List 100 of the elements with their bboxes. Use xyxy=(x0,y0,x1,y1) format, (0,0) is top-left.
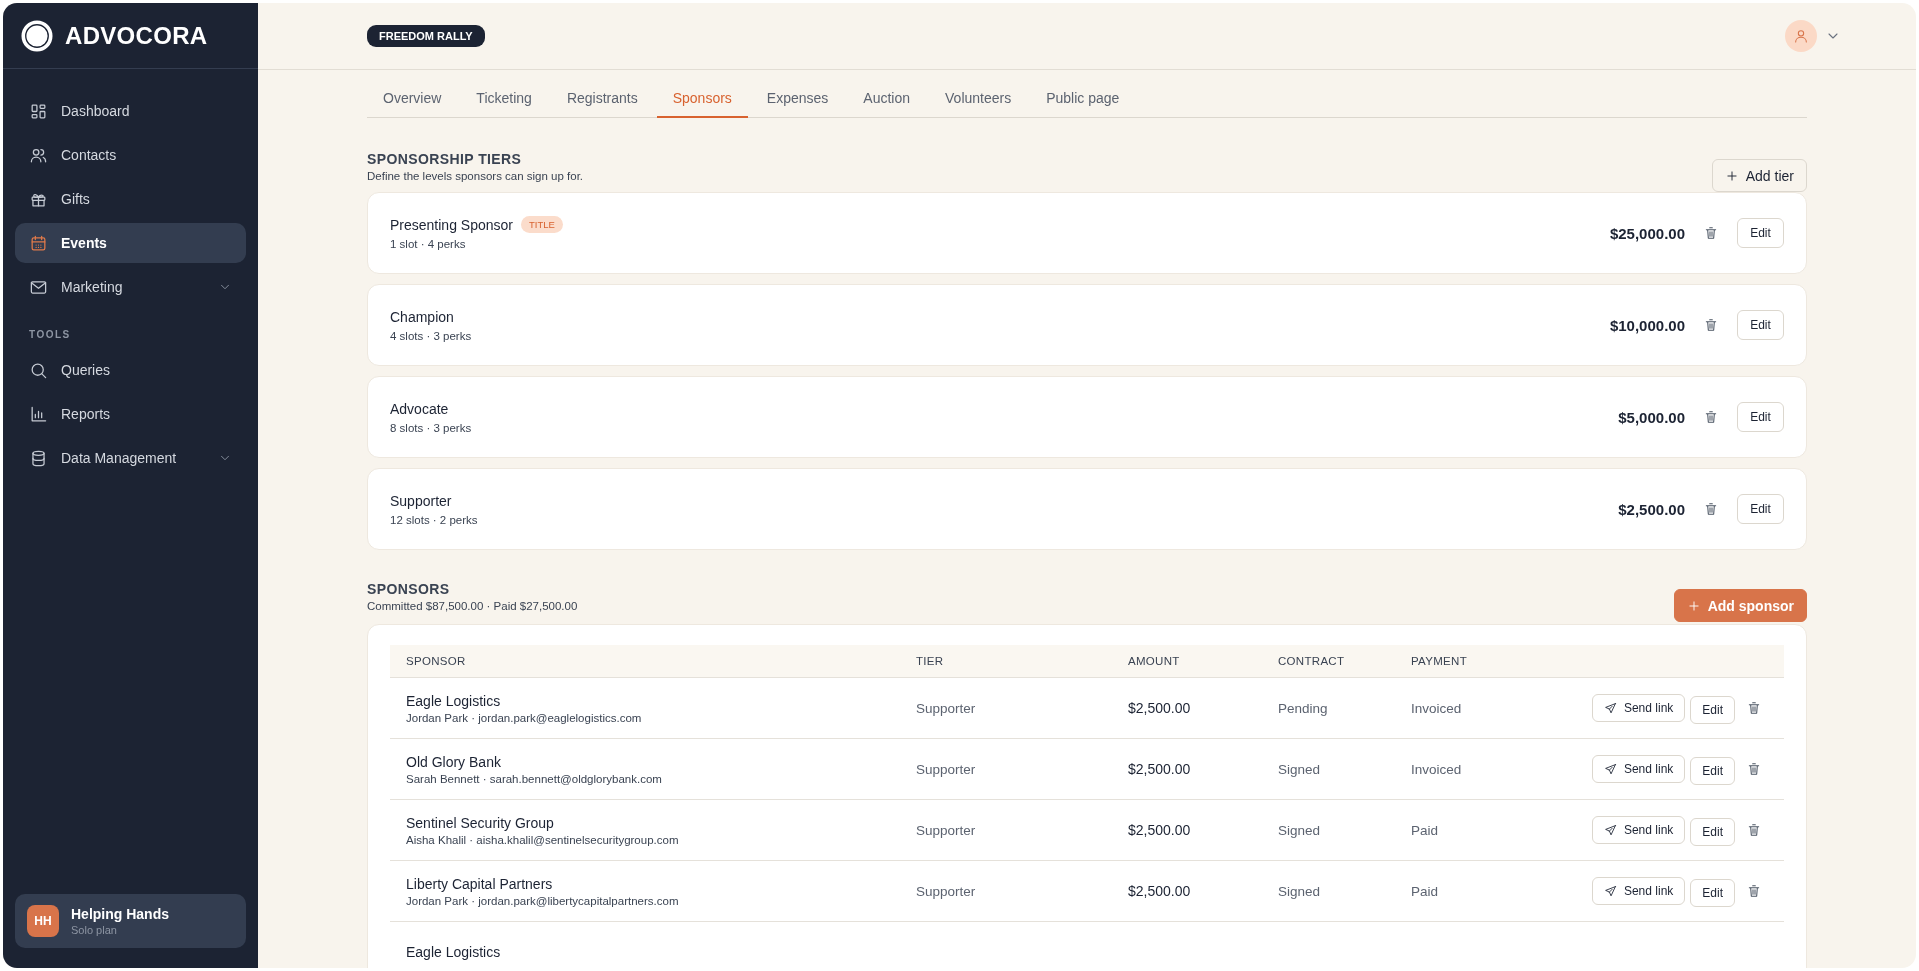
plus-icon xyxy=(1724,168,1739,183)
section-subtitle: Committed $87,500.00 · Paid $27,500.00 xyxy=(367,600,578,612)
sponsor-name: Sentinel Security Group xyxy=(406,814,555,831)
table-cell-text: Supporter xyxy=(916,822,977,838)
section-label: TOOLS xyxy=(28,328,72,342)
delete-button[interactable] xyxy=(1703,225,1719,241)
tier-name: Champion xyxy=(390,308,454,325)
trash-icon xyxy=(1703,409,1719,425)
column-header: AMOUNT xyxy=(1128,655,1181,667)
delete-button[interactable] xyxy=(1703,317,1719,333)
delete-button[interactable] xyxy=(1746,883,1762,899)
organization-card[interactable]: HH Helping Hands Solo plan xyxy=(15,894,246,948)
paper-plane-icon xyxy=(1603,701,1617,715)
tier-name: Advocate xyxy=(390,400,449,417)
nav-item[interactable]: Data Management xyxy=(15,438,246,478)
tab[interactable]: Expenses xyxy=(750,90,845,118)
tier-amount: $10,000.00 xyxy=(1609,316,1685,334)
paper-plane-icon xyxy=(1603,823,1617,837)
sponsor-name: Old Glory Bank xyxy=(406,753,502,770)
column-header: PAYMENT xyxy=(1411,655,1468,667)
trash-icon xyxy=(1746,883,1762,899)
tier-badge: TITLE xyxy=(520,216,563,233)
table-cell-text: $2,500.00 xyxy=(1128,761,1192,777)
trash-icon xyxy=(1703,501,1719,517)
delete-button[interactable] xyxy=(1703,409,1719,425)
table-cell-text: Paid xyxy=(1411,883,1440,899)
sponsor-name: Eagle Logistics xyxy=(406,944,502,960)
tab[interactable]: Public page xyxy=(1030,90,1136,118)
nav-item[interactable]: Reports xyxy=(15,394,246,434)
user-icon xyxy=(1793,28,1809,44)
plus-icon xyxy=(1686,598,1701,613)
event-badge: FREEDOM RALLY xyxy=(367,25,485,47)
section-subtitle: Define the levels sponsors can sign up for. xyxy=(367,170,584,182)
tab[interactable]: Auction xyxy=(847,90,927,118)
paper-plane-icon xyxy=(1603,762,1617,776)
trash-icon xyxy=(1703,225,1719,241)
delete-button[interactable] xyxy=(1703,501,1719,517)
tier-name: Supporter xyxy=(390,492,452,509)
edit-button[interactable]: Edit xyxy=(1690,756,1735,785)
edit-button[interactable]: Edit xyxy=(1737,218,1784,248)
trash-icon xyxy=(1746,822,1762,838)
table-cell-text: Invoiced xyxy=(1411,761,1463,777)
tab[interactable]: Overview xyxy=(367,90,458,118)
table-cell-text: Paid xyxy=(1411,822,1440,838)
nav-item[interactable]: Queries xyxy=(15,350,246,390)
send-link-button[interactable]: Send link xyxy=(1591,694,1686,722)
tier-amount: $5,000.00 xyxy=(1618,408,1685,426)
trash-icon xyxy=(1746,761,1762,777)
nav-item[interactable]: Events xyxy=(15,223,246,263)
sponsor-contact: Sarah Bennett · sarah.bennett@oldglorybank.com xyxy=(406,772,663,785)
table-cell-text: Signed xyxy=(1278,761,1322,777)
edit-button[interactable]: Edit xyxy=(1690,878,1735,907)
calendar-icon xyxy=(29,233,48,253)
add-tier-button[interactable]: Add tier xyxy=(1711,159,1807,192)
sponsor-contact: Jordan Park · jordan.park@eaglelogistics.com xyxy=(406,711,643,724)
tab[interactable]: Ticketing xyxy=(460,90,548,118)
edit-button[interactable]: Edit xyxy=(1737,310,1784,340)
sponsor-contact: Aisha Khalil · aisha.khalil@sentinelsecuritygroup.com xyxy=(406,833,680,846)
send-link-button[interactable]: Send link xyxy=(1591,877,1686,905)
sponsor-name: Eagle Logistics xyxy=(406,692,502,709)
tab[interactable]: Registrants xyxy=(550,90,654,118)
table-cell-text: Supporter xyxy=(916,761,977,777)
tier-name: Presenting Sponsor xyxy=(390,216,513,233)
tier-details: 4 slots · 3 perks xyxy=(390,329,473,342)
edit-button[interactable]: Edit xyxy=(1737,494,1784,524)
delete-button[interactable] xyxy=(1746,700,1762,716)
delete-button[interactable] xyxy=(1746,822,1762,838)
nav-item[interactable]: Contacts xyxy=(15,135,246,175)
column-header: CONTRACT xyxy=(1278,655,1346,667)
section-title: SPONSORSHIP TIERS xyxy=(367,151,523,167)
user-avatar[interactable] xyxy=(1785,20,1817,52)
nav-item[interactable]: Dashboard xyxy=(15,91,246,131)
edit-button[interactable]: Edit xyxy=(1690,695,1735,724)
trash-icon xyxy=(1703,317,1719,333)
nav-item[interactable]: Marketing xyxy=(15,267,246,307)
edit-button[interactable]: Edit xyxy=(1737,402,1784,432)
table-cell-text: Signed xyxy=(1278,822,1322,838)
table-cell-text: $2,500.00 xyxy=(1128,700,1192,716)
database-icon xyxy=(29,448,48,468)
tab[interactable]: Volunteers xyxy=(929,90,1028,118)
table-cell-text: Supporter xyxy=(916,700,977,716)
column-header: TIER xyxy=(916,655,945,667)
send-link-button[interactable]: Send link xyxy=(1591,755,1686,783)
edit-button[interactable]: Edit xyxy=(1690,817,1735,846)
tier-details: 8 slots · 3 perks xyxy=(390,421,473,434)
table-cell-text: Signed xyxy=(1278,883,1322,899)
delete-button[interactable] xyxy=(1746,761,1762,777)
sponsor-name: Liberty Capital Partners xyxy=(406,875,554,892)
table-cell-text: Pending xyxy=(1278,700,1329,716)
bar-chart-icon xyxy=(29,404,48,424)
org-plan: Solo plan xyxy=(71,924,118,936)
send-link-button[interactable]: Send link xyxy=(1591,816,1686,844)
table-cell-text: Supporter xyxy=(916,883,977,899)
tier-amount: $2,500.00 xyxy=(1618,500,1685,518)
nav-item[interactable]: Gifts xyxy=(15,179,246,219)
org-name: Helping Hands xyxy=(71,906,169,922)
tier-details: 12 slots · 2 perks xyxy=(390,513,479,526)
section-title: SPONSORS xyxy=(367,581,451,597)
table-cell-text: Invoiced xyxy=(1411,700,1463,716)
tier-amount: $25,000.00 xyxy=(1609,224,1685,242)
